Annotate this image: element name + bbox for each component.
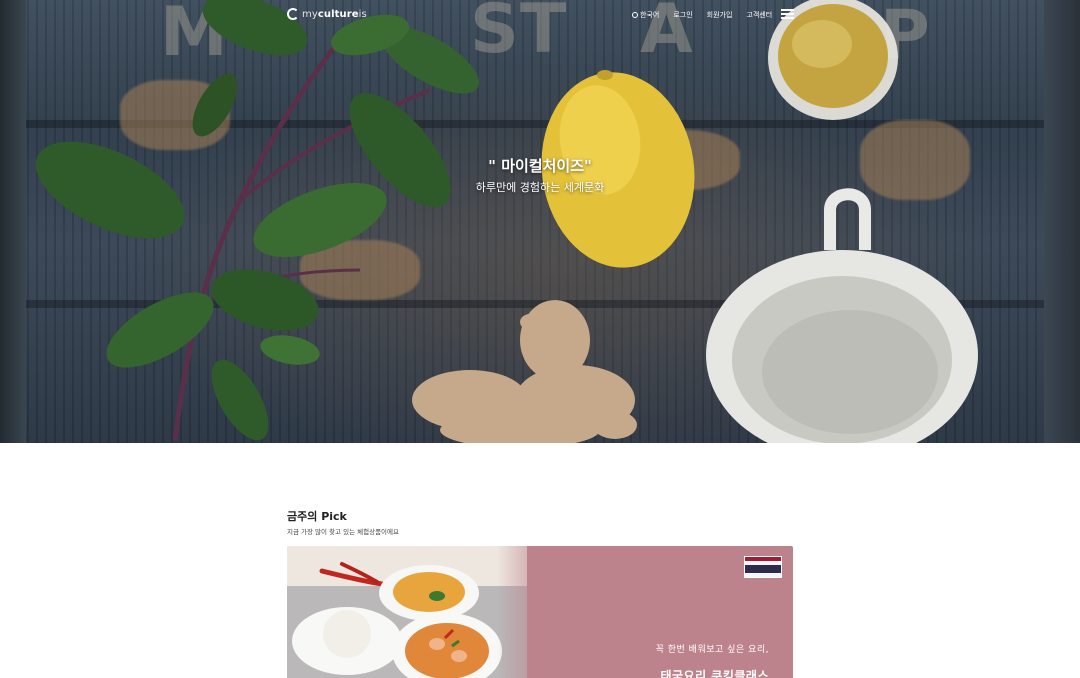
- logo-text: mycultureis: [302, 9, 367, 20]
- white-cup: [706, 188, 978, 443]
- hero-subtitle: 하루만에 경험하는 세계문화: [475, 181, 605, 194]
- site-logo[interactable]: mycultureis: [287, 8, 367, 20]
- login-label: 로그인: [673, 11, 693, 19]
- hamburger-menu-icon[interactable]: [781, 9, 794, 19]
- logo-circle-icon: [287, 8, 299, 20]
- thailand-flag-icon: [744, 556, 782, 578]
- language-selector[interactable]: 한국어: [632, 10, 659, 20]
- pick-section-subtitle: 지금 가장 많이 찾고 있는 체험상품이에요: [287, 528, 399, 536]
- thai-food-photo: [287, 546, 527, 678]
- hero-title: " 마이컬처이즈": [488, 157, 592, 175]
- card-photo-fade: [497, 546, 557, 678]
- logo-prefix: my: [302, 8, 318, 20]
- pick-section-title: 금주의 Pick: [287, 510, 347, 523]
- hero-photo: M S T A P: [35, 0, 978, 443]
- basil-herb: [35, 0, 479, 441]
- flag-stripe: [745, 565, 781, 573]
- ginger-root: [412, 300, 637, 443]
- logo-main: culture: [317, 8, 359, 20]
- logo-suffix: is: [358, 8, 367, 20]
- pick-card[interactable]: 꼭 한번 배워보고 싶은 요리, 태국요리 쿠킹클래스: [287, 546, 793, 678]
- card-tagline: 꼭 한번 배워보고 싶은 요리,: [655, 645, 769, 655]
- customer-center-label: 고객센터: [746, 11, 773, 19]
- signup-link[interactable]: 회원가입: [707, 10, 733, 20]
- signup-label: 회원가입: [706, 11, 733, 19]
- globe-icon: [632, 12, 638, 18]
- flag-stripe: [745, 577, 781, 578]
- top-nav: 한국어 로그인 회원가입 고객센터: [632, 10, 772, 20]
- language-label: 한국어: [640, 11, 660, 19]
- page: M S T A P mycultureis 한국어 로그인 회원가입 고객센터 …: [0, 0, 1080, 678]
- card-title: 태국요리 쿠킹클래스: [660, 669, 769, 678]
- site-header: mycultureis 한국어 로그인 회원가입 고객센터: [0, 0, 1080, 32]
- thai-food-illustration: [287, 546, 527, 678]
- login-link[interactable]: 로그인: [673, 10, 692, 20]
- hero-banner: M S T A P mycultureis 한국어 로그인 회원가입 고객센터 …: [0, 0, 1080, 443]
- customer-center-link[interactable]: 고객센터: [746, 10, 772, 20]
